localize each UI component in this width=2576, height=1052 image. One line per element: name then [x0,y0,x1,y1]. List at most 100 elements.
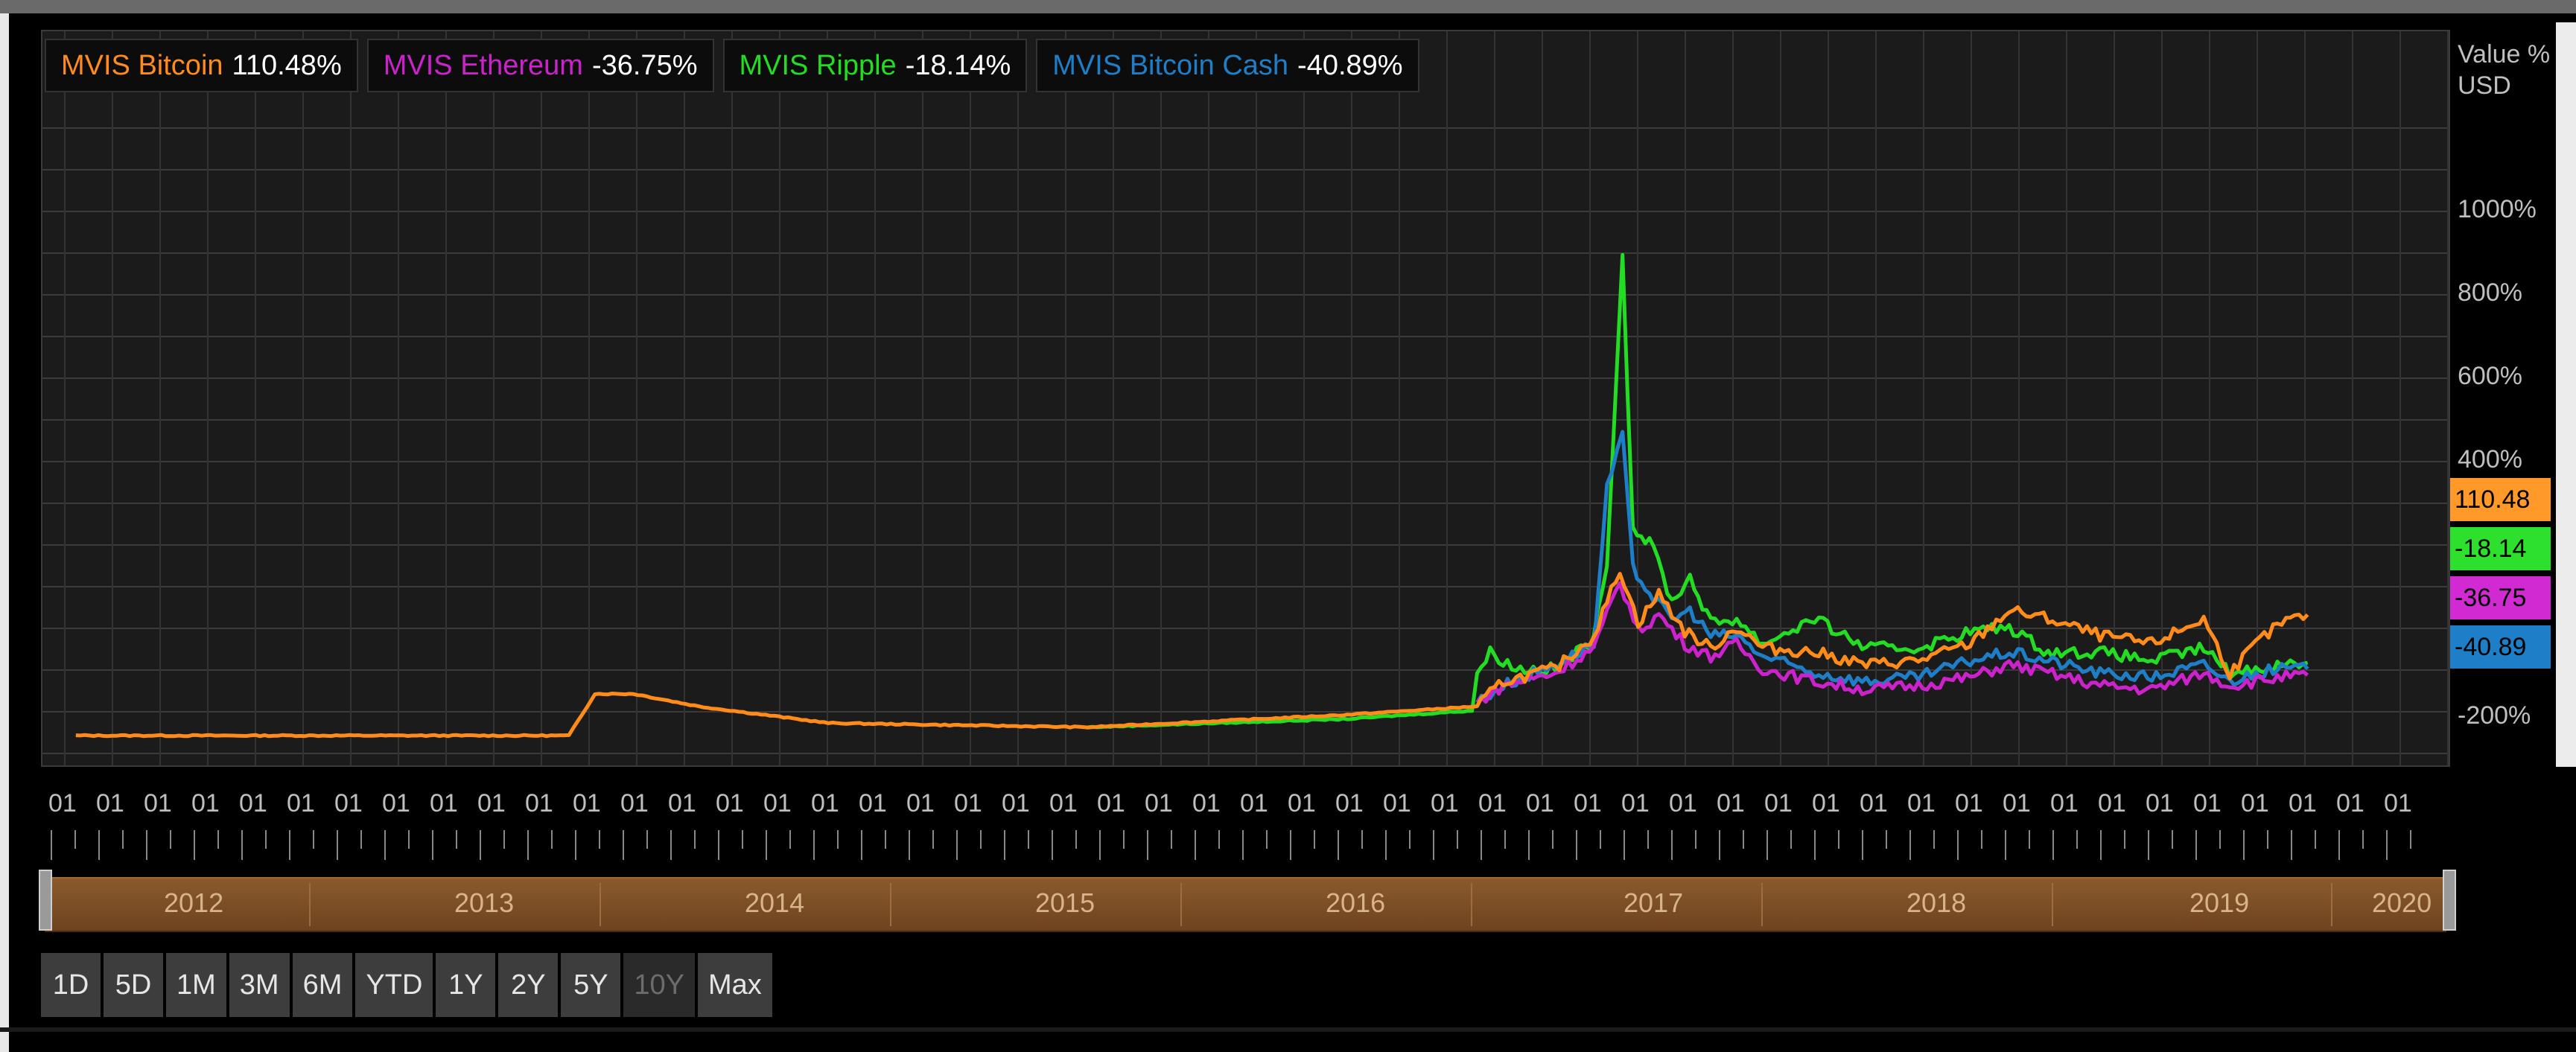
x-tick-label: 01 [334,789,363,817]
x-tick-label: 01 [859,789,887,817]
navigator-right-handle[interactable] [2443,870,2456,931]
x-tick-label: 01 [1478,789,1507,817]
y-tick-label: 600% [2458,362,2522,390]
navigator-year-2020: 2020 [2372,887,2432,918]
navigator-separator [2052,883,2053,926]
chart-svg[interactable] [42,31,2449,765]
x-tick-label: 01 [954,789,982,817]
range-button-1m[interactable]: 1M [166,953,226,1017]
x-tick-label: 01 [1002,789,1030,817]
y-axis-title-line: Value % [2458,40,2551,68]
x-tick-label: 01 [1812,789,1840,817]
x-tick-label: 01 [1240,789,1268,817]
x-tick-label: 01 [906,789,935,817]
range-button-1d[interactable]: 1D [41,953,101,1017]
last-value-ripple: -18.14 [2450,527,2551,570]
right-edge [2556,22,2576,767]
legend-value: 110.48% [232,49,342,81]
x-tick-label: 01 [573,789,601,817]
x-tick-label: 01 [1049,789,1078,817]
range-button-5d[interactable]: 5D [104,953,163,1017]
legend-name: MVIS Bitcoin Cash [1052,49,1289,81]
x-tick-label: 01 [1860,789,1888,817]
x-tick-label: 01 [1383,789,1411,817]
legend-name: MVIS Bitcoin [61,49,223,81]
x-tick-label: 01 [239,789,267,817]
plot-area[interactable] [41,30,2450,767]
navigator-separator [600,883,601,926]
x-tick-label: 01 [1955,789,1983,817]
x-tick-label: 01 [1717,789,1745,817]
last-value-ethereum: -36.75 [2450,576,2551,619]
range-button-1y[interactable]: 1Y [436,953,496,1017]
navigator-year-2019: 2019 [2189,887,2250,918]
y-tick-label: -200% [2458,701,2531,730]
legend-item-bitcoin[interactable]: MVIS Bitcoin 110.48% [45,39,358,92]
navigator-left-handle[interactable] [39,870,52,931]
x-tick-label: 01 [1764,789,1793,817]
x-tick-label: 01 [191,789,220,817]
x-tick-label: 01 [811,789,839,817]
navigator-year-2017: 2017 [1623,887,1684,918]
x-tick-label: 01 [2050,789,2079,817]
legend-item-bitcoin-cash[interactable]: MVIS Bitcoin Cash -40.89% [1036,39,1419,92]
x-axis-labels: 01 01 01 01 01 01 01 01 01 01 01 01 01 01 01 01 01 01 01 01… [41,789,2450,826]
bottom-divider [0,1027,2576,1032]
x-tick-label: 01 [2384,789,2412,817]
x-tick-label: 01 [1669,789,1697,817]
top-bar [0,0,2576,13]
navigator-separator [2331,883,2332,926]
last-value-bitcoin: 110.48 [2450,478,2551,521]
x-tick-label: 01 [2241,789,2269,817]
x-tick-label: 01 [525,789,553,817]
last-value-bitcoin-cash: -40.89 [2450,625,2551,669]
y-tick-label: 800% [2458,278,2522,307]
x-tick-label: 01 [2193,789,2222,817]
x-tick-label: 01 [430,789,458,817]
range-button-max[interactable]: Max [698,953,772,1017]
range-navigator[interactable]: 2012 2013 2014 2015 2016 2017 2018 2019 2020 [45,877,2446,932]
range-buttons: 1D 5D 1M 3M 6M YTD 1Y 2Y 5Y 10Y Max [41,953,772,1017]
x-tick-label: 01 [1288,789,1316,817]
navigator-year-2012: 2012 [164,887,224,918]
x-tick-label: 01 [144,789,172,817]
y-axis-title: Value % USD [2458,39,2550,101]
navigator-separator [1761,883,1763,926]
x-tick-label: 01 [763,789,792,817]
x-tick-label: 01 [620,789,649,817]
x-tick-label: 01 [2003,789,2031,817]
navigator-separator [1471,883,1472,926]
x-axis-ticks [51,830,2411,860]
x-tick-label: 01 [382,789,410,817]
legend-name: MVIS Ethereum [383,49,583,81]
x-tick-label: 01 [1574,789,1602,817]
navigator-year-2018: 2018 [1906,887,1967,918]
range-button-6m[interactable]: 6M [292,953,353,1017]
x-tick-label: 01 [1335,789,1364,817]
range-button-ytd[interactable]: YTD [355,953,433,1017]
navigator-year-2016: 2016 [1326,887,1386,918]
series-line-mvis-bitcoin-cash[interactable] [1475,430,2309,704]
x-tick-label: 01 [2289,789,2317,817]
x-tick-label: 01 [1907,789,1936,817]
navigator-separator [890,883,891,926]
legend-item-ripple[interactable]: MVIS Ripple -18.14% [722,39,1028,92]
legend-value: -40.89% [1297,49,1403,81]
chart-window: MVIS Bitcoin 110.48% MVIS Ethereum -36.7… [0,0,2576,1052]
range-button-3m[interactable]: 3M [229,953,290,1017]
x-tick-label: 01 [716,789,744,817]
x-tick-label: 01 [1431,789,1459,817]
x-tick-label: 01 [1145,789,1173,817]
navigator-year-2014: 2014 [745,887,805,918]
range-button-2y[interactable]: 2Y [498,953,559,1017]
legend-name: MVIS Ripple [739,49,897,81]
range-button-5y[interactable]: 5Y [561,953,621,1017]
legend-item-ethereum[interactable]: MVIS Ethereum -36.75% [366,39,714,92]
y-axis-title-line: USD [2458,71,2511,100]
x-tick-label: 01 [1192,789,1221,817]
range-button-10y: 10Y [623,953,696,1017]
navigator-separator [309,883,311,926]
legend-value: -36.75% [591,49,698,81]
x-tick-label: 01 [668,789,696,817]
x-tick-label: 01 [287,789,315,817]
